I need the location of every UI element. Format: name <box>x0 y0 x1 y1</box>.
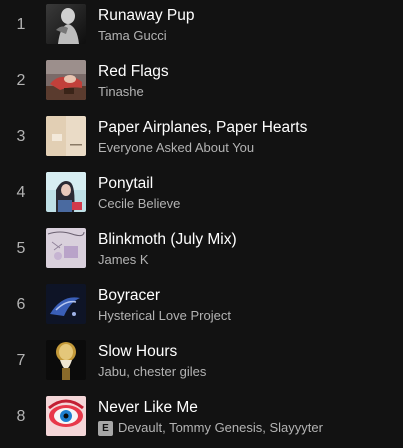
album-cover-red-eye[interactable] <box>46 396 86 436</box>
track-row[interactable]: 1 Runaway Pup Tama Gucci <box>0 0 403 56</box>
track-title[interactable]: Blinkmoth (July Mix) <box>98 230 237 249</box>
track-number: 5 <box>16 240 26 257</box>
track-artist-line: E Devault, Tommy Genesis, Slayyyter <box>98 420 323 436</box>
track-title[interactable]: Ponytail <box>98 174 153 193</box>
track-title[interactable]: Paper Airplanes, Paper Hearts <box>98 118 307 137</box>
track-artist[interactable]: Devault, Tommy Genesis, Slayyyter <box>118 420 323 435</box>
album-cover-lilac[interactable] <box>46 228 86 268</box>
track-title[interactable]: Boyracer <box>98 286 160 305</box>
track-row[interactable]: 5 Blinkmoth (July Mix) James K <box>0 224 403 280</box>
explicit-badge: E <box>98 421 113 436</box>
track-number: 1 <box>16 16 26 33</box>
track-artist[interactable]: Cecile Believe <box>98 196 180 212</box>
track-artist[interactable]: Jabu, chester giles <box>98 364 206 380</box>
track-artist[interactable]: Everyone Asked About You <box>98 140 254 156</box>
album-cover-blue-swirl[interactable] <box>46 284 86 324</box>
track-row[interactable]: 8 Never Like Me E Devault, Tommy Genesis,… <box>0 392 403 448</box>
track-artist[interactable]: James K <box>98 252 149 268</box>
album-cover-red-figure[interactable] <box>46 60 86 100</box>
track-title[interactable]: Runaway Pup <box>98 6 195 25</box>
album-cover-teal-portrait[interactable] <box>46 172 86 212</box>
track-number: 4 <box>16 184 26 201</box>
track-number: 8 <box>16 408 26 425</box>
track-list: 1 Runaway Pup Tama Gucci 2 Red Flags Tin… <box>0 0 403 448</box>
track-artist[interactable]: Tama Gucci <box>98 28 167 44</box>
track-title[interactable]: Slow Hours <box>98 342 177 361</box>
track-title[interactable]: Red Flags <box>98 62 169 81</box>
track-row[interactable]: 4 Ponytail Cecile Believe <box>0 168 403 224</box>
album-cover-gold-mask[interactable] <box>46 340 86 380</box>
track-artist[interactable]: Tinashe <box>98 84 144 100</box>
track-number: 3 <box>16 128 26 145</box>
album-cover-beige[interactable] <box>46 116 86 156</box>
track-row[interactable]: 6 Boyracer Hysterical Love Project <box>0 280 403 336</box>
track-row[interactable]: 2 Red Flags Tinashe <box>0 56 403 112</box>
track-title[interactable]: Never Like Me <box>98 398 198 417</box>
track-row[interactable]: 3 Paper Airplanes, Paper Hearts Everyone… <box>0 112 403 168</box>
track-number: 2 <box>16 72 26 89</box>
track-number: 6 <box>16 296 26 313</box>
track-number: 7 <box>16 352 26 369</box>
track-artist[interactable]: Hysterical Love Project <box>98 308 231 324</box>
track-row[interactable]: 7 Slow Hours Jabu, chester giles <box>0 336 403 392</box>
album-cover-dark-figure[interactable] <box>46 4 86 44</box>
